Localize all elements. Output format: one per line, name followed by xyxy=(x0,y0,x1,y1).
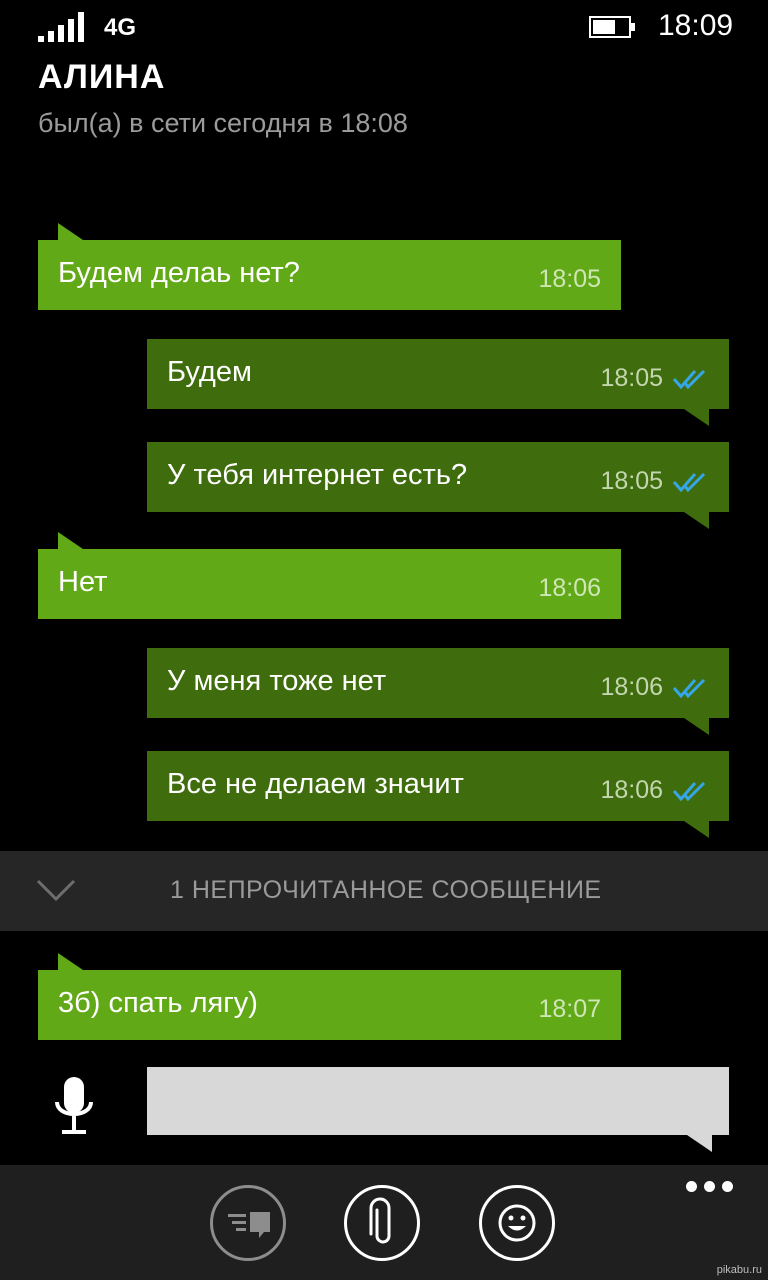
watermark: pikabu.ru xyxy=(716,1264,762,1276)
message-time: 18:06 xyxy=(600,673,663,701)
read-receipt-icon xyxy=(673,369,706,390)
smiley-icon xyxy=(498,1204,536,1242)
message-time: 18:06 xyxy=(600,776,663,804)
message-text: У меня тоже нет xyxy=(167,665,387,697)
bubble-tail xyxy=(684,512,709,529)
bubble-tail xyxy=(684,718,709,735)
message-text: Нет xyxy=(58,566,108,598)
app-bar: pikabu.ru xyxy=(0,1165,768,1280)
message-time: 18:05 xyxy=(600,467,663,495)
message-input[interactable] xyxy=(147,1067,729,1135)
attach-button[interactable] xyxy=(344,1185,420,1261)
outgoing-message[interactable]: У меня тоже нет 18:06 xyxy=(147,648,729,735)
status-bar: 4G 18:09 xyxy=(0,0,768,56)
network-type: 4G xyxy=(104,14,137,41)
chevron-down-icon[interactable] xyxy=(36,878,76,902)
outgoing-message[interactable]: У тебя интернет есть? 18:05 xyxy=(147,442,729,529)
incoming-message[interactable]: 3б) спать лягу) 18:07 xyxy=(38,953,621,1040)
quick-reply-button[interactable] xyxy=(210,1185,286,1261)
status-clock: 18:09 xyxy=(658,9,734,42)
read-receipt-icon xyxy=(673,678,706,699)
quick-reply-icon xyxy=(228,1212,270,1238)
read-receipt-icon xyxy=(673,781,706,802)
paperclip-icon xyxy=(369,1197,391,1244)
outgoing-message[interactable]: Все не делаем значит 18:06 xyxy=(147,751,729,838)
unread-messages-divider[interactable]: 1 НЕПРОЧИТАННОЕ СООБЩЕНИЕ xyxy=(0,851,768,931)
outgoing-message[interactable]: Будем 18:05 xyxy=(147,339,729,426)
signal-strength-icon xyxy=(38,12,84,42)
input-tail xyxy=(687,1135,712,1152)
incoming-message[interactable]: Нет 18:06 xyxy=(38,532,621,619)
battery-icon xyxy=(589,16,635,38)
last-seen-status: был(а) в сети сегодня в 18:08 xyxy=(38,108,408,138)
incoming-message[interactable]: Будем делаь нет? 18:05 xyxy=(38,223,621,310)
message-time: 18:06 xyxy=(538,574,601,602)
message-text: Будем делаь нет? xyxy=(58,257,300,289)
microphone-icon[interactable] xyxy=(52,1076,96,1138)
unread-count-label: 1 НЕПРОЧИТАННОЕ СООБЩЕНИЕ xyxy=(170,876,602,904)
read-receipt-icon xyxy=(673,472,706,493)
bubble-tail xyxy=(58,953,83,970)
message-time: 18:07 xyxy=(538,995,601,1023)
message-text: Будем xyxy=(167,356,252,388)
bubble-tail xyxy=(58,532,83,549)
message-time: 18:05 xyxy=(600,364,663,392)
more-dots-icon[interactable] xyxy=(686,1181,734,1195)
message-text: У тебя интернет есть? xyxy=(167,459,468,491)
bubble-tail xyxy=(684,409,709,426)
message-text: 3б) спать лягу) xyxy=(58,987,258,1019)
emoji-button[interactable] xyxy=(479,1185,555,1261)
bubble-tail xyxy=(684,821,709,838)
contact-name[interactable]: АЛИНА xyxy=(38,58,165,97)
message-text: Все не делаем значит xyxy=(167,768,464,800)
bubble-tail xyxy=(58,223,83,240)
message-time: 18:05 xyxy=(538,265,601,293)
